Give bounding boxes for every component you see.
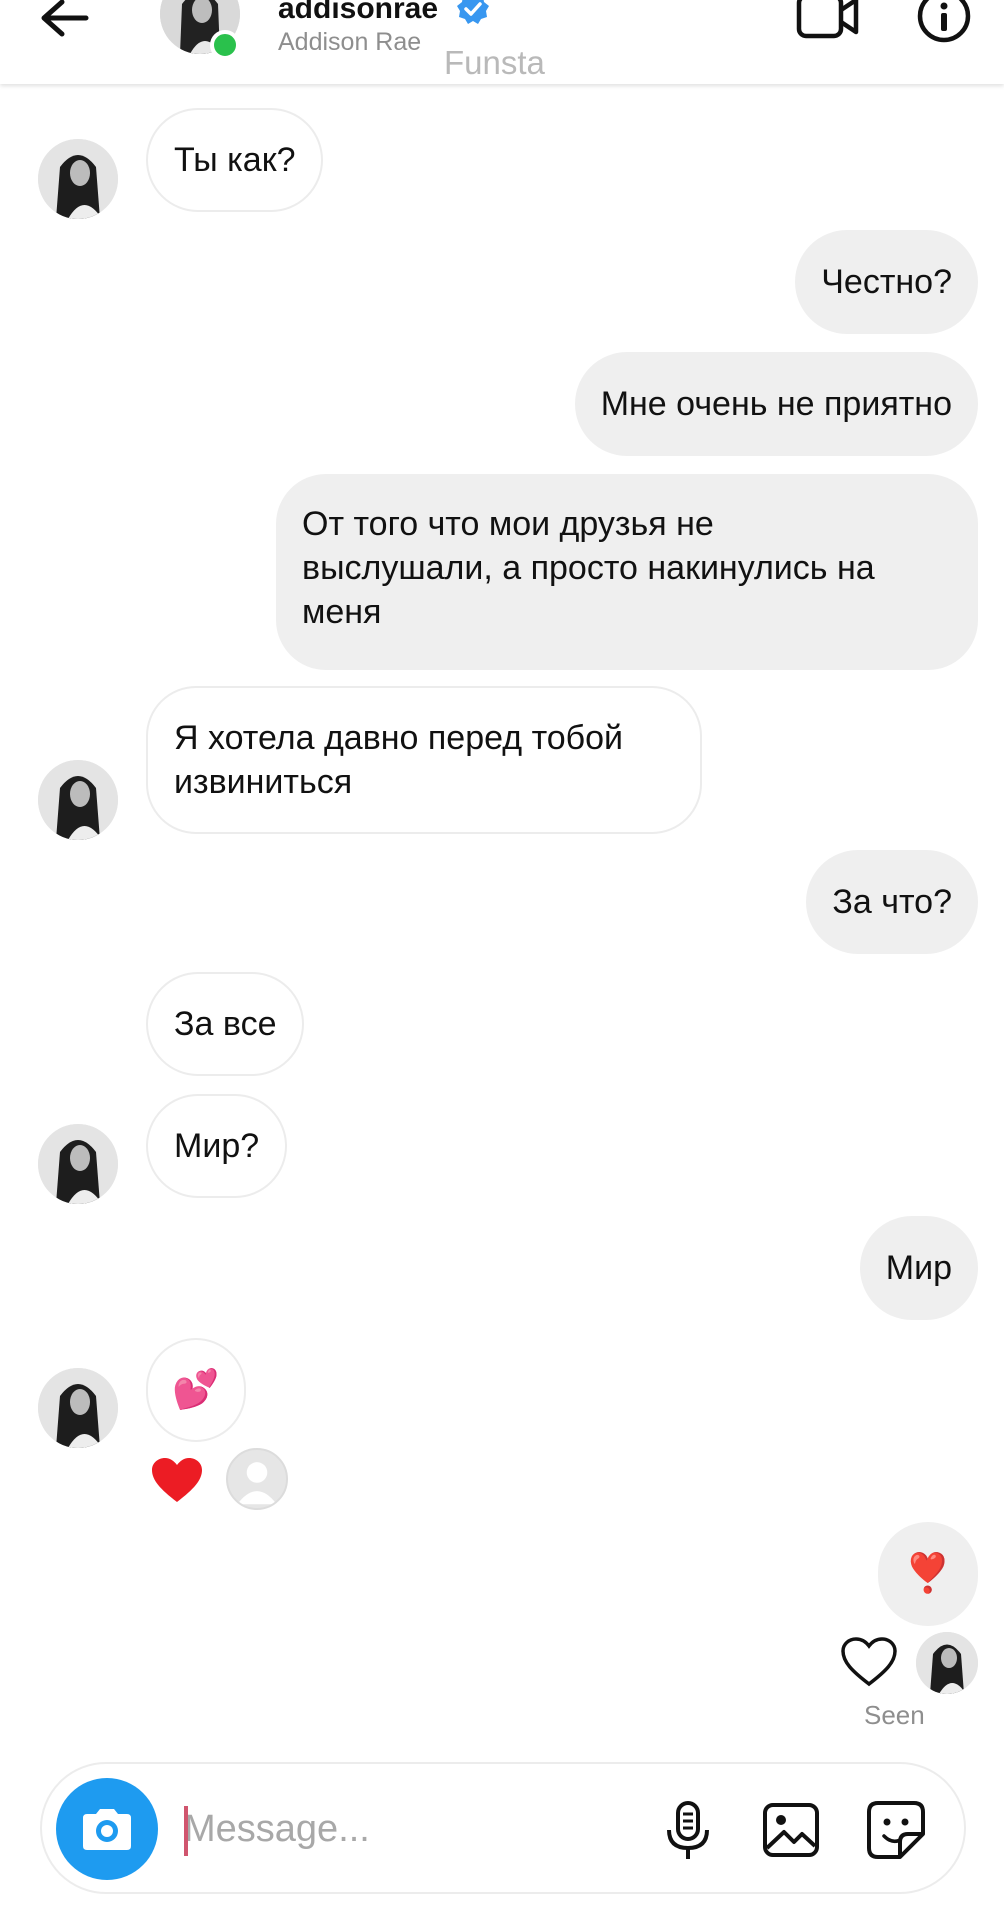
online-status-dot [210,30,240,60]
message-bubble-incoming[interactable]: Ты как? [146,108,324,212]
message-bubble-outgoing[interactable]: От того что мои друзья не выслушали, а п… [276,474,978,670]
message-input[interactable] [184,1794,654,1864]
back-arrow-icon[interactable] [36,0,92,40]
message-bubble-incoming[interactable]: Мир? [146,1094,288,1198]
contact-avatar-small[interactable] [38,760,118,840]
contact-avatar-small[interactable] [38,139,118,219]
message-bubble-incoming[interactable]: За все [146,972,305,1076]
camera-button[interactable] [56,1778,158,1880]
contact-username[interactable]: addisonrae [278,0,438,26]
message-bubble-outgoing[interactable]: За что? [806,850,978,954]
message-bubble-outgoing[interactable]: Мне очень не приятно [574,352,978,456]
video-call-icon[interactable] [796,0,860,40]
heart-reaction-icon[interactable] [150,1456,204,1504]
gallery-icon[interactable] [762,1802,820,1858]
contact-full-name: Addison Rae [278,28,422,56]
reactor-avatar[interactable] [226,1448,288,1510]
verified-badge-icon [457,0,489,24]
sticker-icon[interactable] [866,1800,926,1860]
message-composer [40,1762,966,1894]
message-bubble-incoming[interactable]: Я хотела давно перед тобой извиниться [146,686,702,834]
chat-header: addisonrae Addison Rae Funsta [0,0,1004,84]
seen-status: Seen [864,1700,925,1730]
message-bubble-incoming-emoji[interactable]: 💕 [146,1338,246,1442]
seen-avatar [916,1632,978,1694]
message-bubble-outgoing-emoji[interactable]: ❣️ [878,1522,978,1626]
contact-avatar-small[interactable] [38,1124,118,1204]
info-icon[interactable] [914,0,974,44]
microphone-icon[interactable] [662,1800,714,1862]
overlay-label: Funsta [444,44,545,81]
heart-outline-icon[interactable] [840,1636,898,1688]
text-cursor [184,1806,188,1856]
message-thread: Ты как? Честно? Мне очень не приятно От … [0,84,1004,1740]
message-bubble-outgoing[interactable]: Мир [859,1216,978,1320]
camera-icon [83,1809,131,1850]
message-bubble-outgoing[interactable]: Честно? [795,230,978,334]
contact-avatar-small[interactable] [38,1368,118,1448]
